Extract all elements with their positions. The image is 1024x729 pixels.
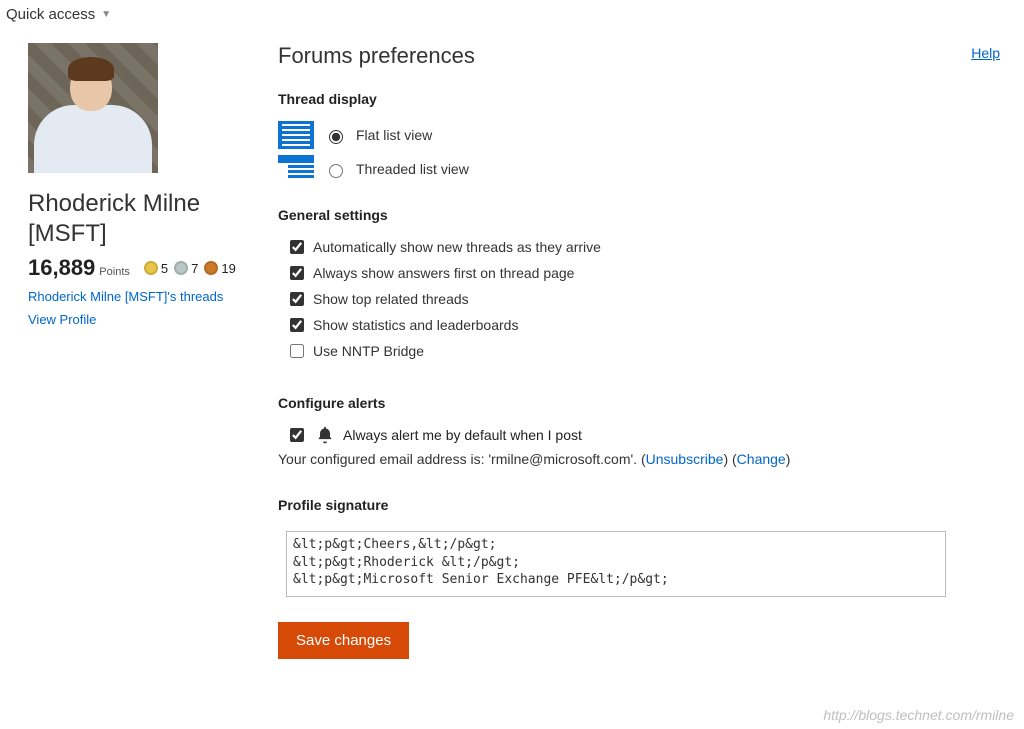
- gold-medal: 5: [144, 261, 168, 276]
- nntp-label: Use NNTP Bridge: [313, 343, 424, 359]
- silver-medal: 7: [174, 261, 198, 276]
- always-alert-label: Always alert me by default when I post: [343, 427, 582, 443]
- help-link[interactable]: Help: [971, 45, 1000, 61]
- answers-first-checkbox[interactable]: [290, 266, 304, 280]
- threaded-list-radio[interactable]: [329, 164, 343, 178]
- section-signature: Profile signature: [278, 497, 1000, 513]
- answers-first-label: Always show answers first on thread page: [313, 265, 574, 281]
- section-general: General settings: [278, 207, 1000, 223]
- change-email-link[interactable]: Change: [737, 451, 786, 467]
- unsubscribe-link[interactable]: Unsubscribe: [646, 451, 724, 467]
- flat-list-label: Flat list view: [356, 127, 432, 143]
- chevron-down-icon: ▼: [101, 9, 111, 20]
- save-button[interactable]: Save changes: [278, 622, 409, 659]
- profile-name: Rhoderick Milne [MSFT]: [28, 189, 238, 249]
- email-config-line: Your configured email address is: 'rmiln…: [278, 451, 1000, 467]
- flat-list-radio[interactable]: [329, 130, 343, 144]
- section-thread-display: Thread display: [278, 91, 1000, 107]
- nntp-checkbox[interactable]: [290, 344, 304, 358]
- view-profile-link[interactable]: View Profile: [28, 312, 238, 327]
- watermark: http://blogs.technet.com/rmilne: [823, 707, 1014, 723]
- page-title: Forums preferences: [278, 43, 1000, 69]
- signature-textarea[interactable]: [286, 531, 946, 597]
- bronze-icon: [204, 261, 218, 275]
- stats-checkbox[interactable]: [290, 318, 304, 332]
- silver-icon: [174, 261, 188, 275]
- auto-new-checkbox[interactable]: [290, 240, 304, 254]
- auto-new-label: Automatically show new threads as they a…: [313, 239, 601, 255]
- gold-icon: [144, 261, 158, 275]
- section-alerts: Configure alerts: [278, 395, 1000, 411]
- stats-label: Show statistics and leaderboards: [313, 317, 518, 333]
- bronze-medal: 19: [204, 261, 235, 276]
- quick-access-label: Quick access: [6, 6, 95, 23]
- always-alert-checkbox[interactable]: [290, 428, 304, 442]
- threaded-list-label: Threaded list view: [356, 161, 469, 177]
- points-row: 16,889 Points 5 7 19: [28, 255, 238, 281]
- avatar: [28, 43, 158, 173]
- profile-sidebar: Rhoderick Milne [MSFT] 16,889 Points 5 7…: [28, 43, 238, 659]
- top-related-checkbox[interactable]: [290, 292, 304, 306]
- flat-list-icon: [278, 121, 314, 149]
- threads-link[interactable]: Rhoderick Milne [MSFT]'s threads: [28, 289, 238, 304]
- points-value: 16,889: [28, 255, 95, 281]
- bell-icon: [315, 425, 335, 445]
- quick-access-menu[interactable]: Quick access ▼: [0, 0, 1024, 23]
- main-content: Help Forums preferences Thread display F…: [278, 43, 1000, 659]
- threaded-list-icon: [278, 155, 314, 183]
- top-related-label: Show top related threads: [313, 291, 469, 307]
- points-label: Points: [99, 266, 130, 278]
